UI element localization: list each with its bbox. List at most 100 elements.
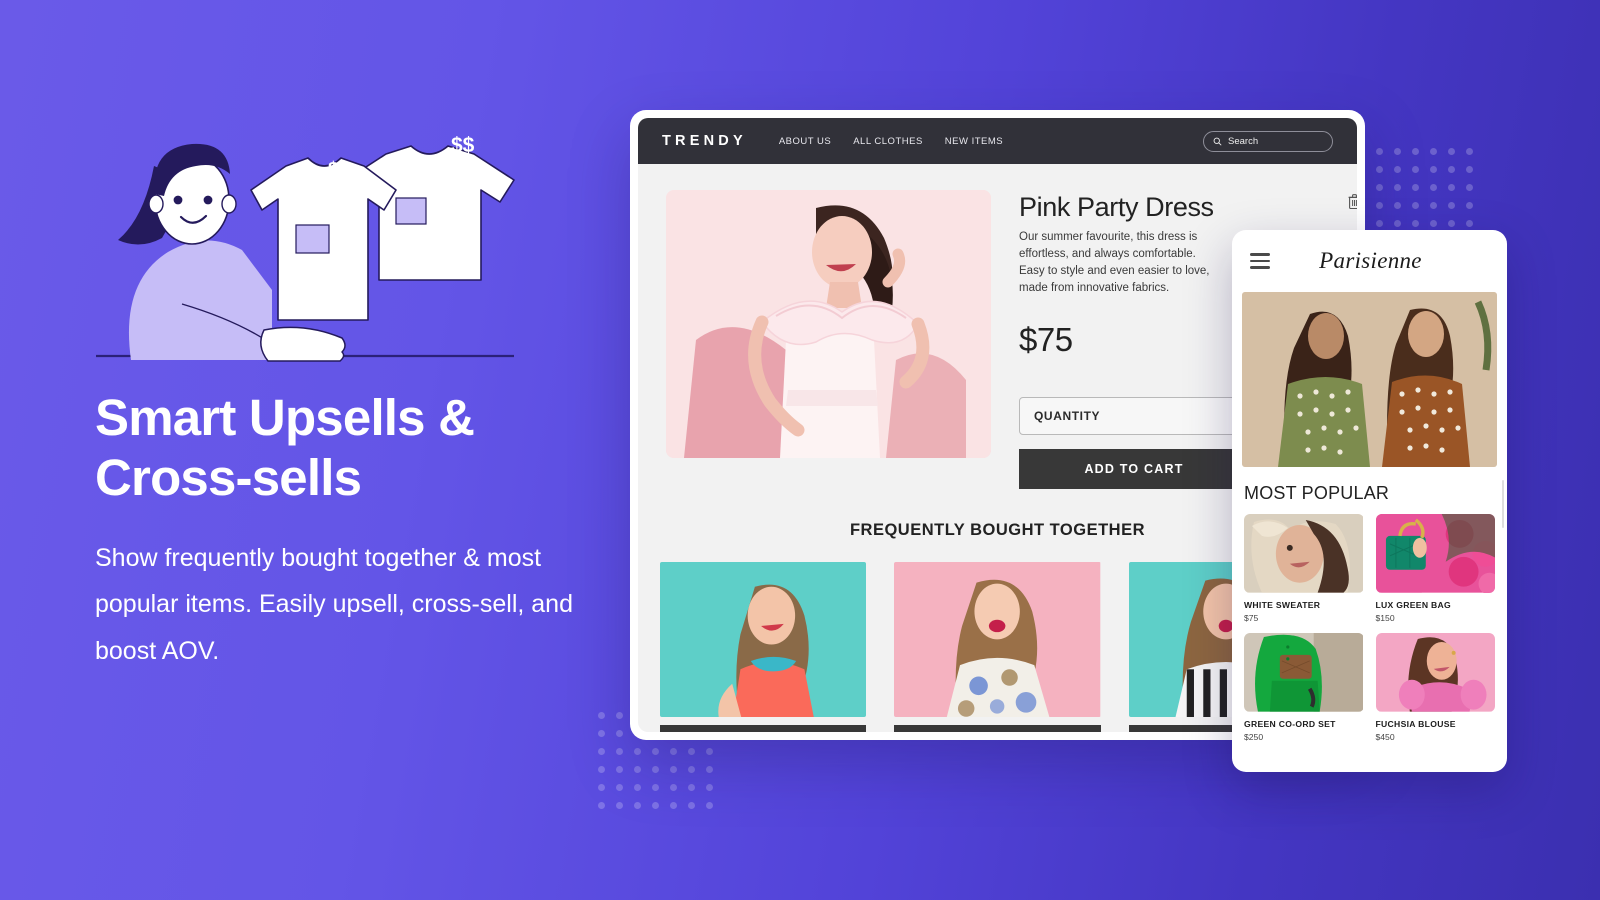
mobile-store-mockup: Parisienne MOST POPULAR WHITE SWEATER $7… xyxy=(1232,230,1507,772)
marketing-panel: $ $$ Smart Upsells & Cross-sells Show fr… xyxy=(0,0,600,900)
add-to-cart-label: ADD TO CART xyxy=(1084,462,1184,477)
search-input[interactable]: Search xyxy=(1203,130,1333,152)
nav-link-about-us[interactable]: ABOUT US xyxy=(779,136,831,147)
dot xyxy=(688,766,695,773)
dot xyxy=(1430,220,1437,227)
dot xyxy=(706,802,713,809)
dot xyxy=(688,748,695,755)
nav-links: ABOUT US ALL CLOTHES NEW ITEMS xyxy=(779,136,1003,147)
mobile-product-name: LUX GREEN BAG xyxy=(1375,600,1452,610)
trash-icon[interactable] xyxy=(1348,194,1357,214)
mobile-product-name: GREEN CO-ORD SET xyxy=(1244,719,1336,729)
mobile-product-image xyxy=(1375,514,1496,593)
nav-link-new-items[interactable]: NEW ITEMS xyxy=(945,136,1003,147)
dot xyxy=(1466,202,1473,209)
mobile-scrollbar[interactable] xyxy=(1501,480,1504,528)
dot xyxy=(706,748,713,755)
dot xyxy=(634,784,641,791)
price-tag-small: $ xyxy=(328,159,339,180)
dot xyxy=(1376,148,1383,155)
quantity-label: QUANTITY xyxy=(1034,409,1101,424)
quantity-input[interactable]: QUANTITY xyxy=(1019,397,1249,436)
dot xyxy=(1448,184,1455,191)
mobile-product-price: $75 xyxy=(1244,613,1259,623)
mobile-product-price: $450 xyxy=(1375,732,1395,742)
headline-line-1: Smart Upsells & xyxy=(95,389,475,446)
product-card-image xyxy=(660,562,867,718)
dot xyxy=(1430,202,1437,209)
dot xyxy=(1376,220,1383,227)
dot xyxy=(670,802,677,809)
dot xyxy=(616,766,623,773)
search-placeholder-text: Search xyxy=(1228,135,1259,147)
mobile-product-card[interactable]: GREEN CO-ORD SET $250 xyxy=(1244,633,1364,742)
search-icon xyxy=(1213,137,1222,145)
mobile-product-card[interactable]: LUX GREEN BAG $150 xyxy=(1375,514,1496,623)
mobile-product-name: FUCHSIA BLOUSE xyxy=(1375,719,1456,729)
dot xyxy=(1466,166,1473,173)
mobile-product-card[interactable]: FUCHSIA BLOUSE $450 xyxy=(1375,633,1496,742)
dot xyxy=(616,712,623,719)
mobile-product-image xyxy=(1375,633,1496,712)
mobile-product-name: WHITE SWEATER xyxy=(1244,600,1321,610)
buy-now-button[interactable]: BUY NOW xyxy=(894,725,1101,732)
dot xyxy=(1394,184,1401,191)
dot xyxy=(1448,148,1455,155)
price-tag-large: $$ xyxy=(451,134,475,157)
dot xyxy=(1448,166,1455,173)
dot xyxy=(1394,148,1401,155)
dot xyxy=(1430,166,1437,173)
dot xyxy=(1430,148,1437,155)
dot xyxy=(652,802,659,809)
buy-now-button[interactable]: BUY NOW xyxy=(660,725,867,732)
dot xyxy=(1394,166,1401,173)
dot xyxy=(1466,148,1473,155)
dot xyxy=(1412,148,1419,155)
product-card[interactable]: BUY NOW xyxy=(660,562,867,732)
dot xyxy=(1430,184,1437,191)
dot xyxy=(1412,184,1419,191)
dot xyxy=(688,784,695,791)
most-popular-title: MOST POPULAR xyxy=(1244,483,1390,503)
dot xyxy=(1448,202,1455,209)
dot xyxy=(706,766,713,773)
product-hero-image xyxy=(666,190,991,458)
mobile-header: Parisienne xyxy=(1232,230,1507,292)
dot xyxy=(1448,220,1455,227)
dot xyxy=(1466,220,1473,227)
dot xyxy=(706,784,713,791)
nav-link-all-clothes[interactable]: ALL CLOTHES xyxy=(853,136,923,147)
add-to-cart-button[interactable]: ADD TO CART xyxy=(1019,449,1249,490)
mobile-hero-image xyxy=(1242,292,1497,467)
hamburger-icon[interactable] xyxy=(1250,253,1270,269)
dot xyxy=(1394,202,1401,209)
mobile-store-logo: Parisienne xyxy=(1319,248,1422,273)
dot xyxy=(634,748,641,755)
headline-line-2: Cross-sells xyxy=(95,449,362,507)
dot xyxy=(634,802,641,809)
dot xyxy=(616,802,623,809)
hero-illustration: $ $$ xyxy=(96,122,526,362)
dot xyxy=(670,748,677,755)
dot xyxy=(652,766,659,773)
page-title: Smart Upsells & Cross-sells xyxy=(95,388,615,508)
most-popular-grid: WHITE SWEATER $75 LUX GREEN BAG $150 GRE… xyxy=(1232,514,1507,742)
dot xyxy=(634,766,641,773)
dot xyxy=(652,748,659,755)
dot xyxy=(616,730,623,737)
dot xyxy=(1376,184,1383,191)
mobile-product-image xyxy=(1244,633,1364,712)
product-card[interactable]: BUY NOW xyxy=(894,562,1101,732)
product-title: Pink Party Dress xyxy=(1019,192,1214,222)
mobile-product-price: $150 xyxy=(1375,613,1395,623)
store-navbar: TRENDY ABOUT US ALL CLOTHES NEW ITEMS Se… xyxy=(638,118,1357,164)
dot xyxy=(1376,166,1383,173)
dot xyxy=(1466,184,1473,191)
dot xyxy=(1412,166,1419,173)
mobile-product-card[interactable]: WHITE SWEATER $75 xyxy=(1244,514,1364,623)
store-logo: TRENDY xyxy=(662,133,747,149)
dot xyxy=(1412,220,1419,227)
dot xyxy=(1376,202,1383,209)
dot xyxy=(652,784,659,791)
dot xyxy=(670,784,677,791)
